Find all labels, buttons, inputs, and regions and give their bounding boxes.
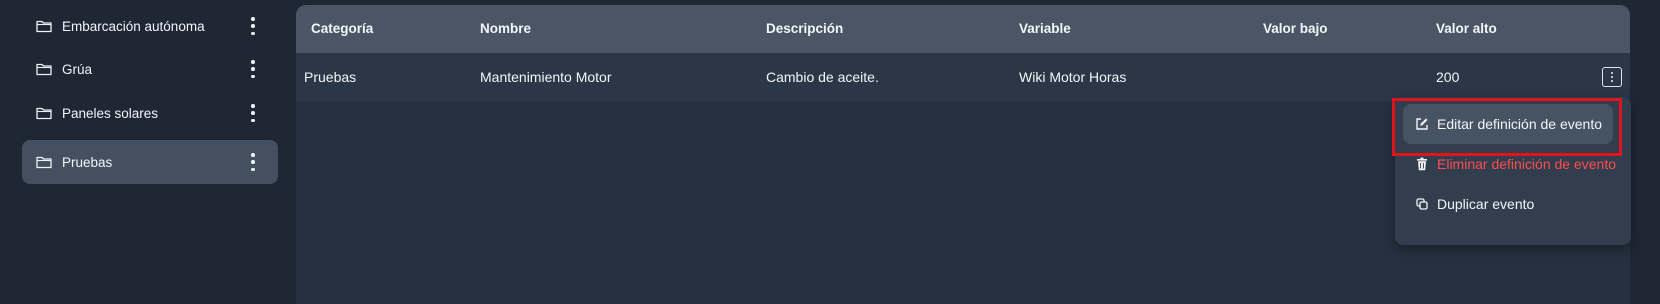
folder-options-button[interactable] xyxy=(248,153,258,171)
sidebar-item-pruebas[interactable]: Pruebas xyxy=(22,140,278,184)
folder-icon xyxy=(36,19,52,33)
copy-icon xyxy=(1415,197,1429,211)
column-header-descripcion[interactable]: Descripción xyxy=(766,5,843,53)
cell-nombre: Mantenimiento Motor xyxy=(480,69,612,85)
sidebar-item-label: Paneles solares xyxy=(62,105,159,121)
edit-icon xyxy=(1415,117,1429,131)
folder-options-button[interactable] xyxy=(248,104,258,122)
folder-options-button[interactable] xyxy=(248,17,258,35)
table-row[interactable]: Pruebas Mantenimiento Motor Cambio de ac… xyxy=(296,53,1630,101)
menu-item-edit-event[interactable]: Editar definición de evento xyxy=(1403,104,1613,144)
folder-icon xyxy=(36,155,52,169)
menu-item-label: Eliminar definición de evento xyxy=(1437,156,1616,172)
sidebar-item-embarcacion-autonoma[interactable]: Embarcación autónoma xyxy=(22,4,278,48)
cell-valor-alto: 200 xyxy=(1436,69,1460,85)
row-options-button[interactable] xyxy=(1602,67,1622,87)
column-header-nombre[interactable]: Nombre xyxy=(480,5,531,53)
cell-categoria: Pruebas xyxy=(304,69,357,85)
cell-descripcion: Cambio de aceite. xyxy=(766,69,879,85)
menu-item-label: Duplicar evento xyxy=(1437,196,1535,212)
trash-icon xyxy=(1415,157,1429,171)
folder-options-button[interactable] xyxy=(248,60,258,78)
sidebar-item-label: Embarcación autónoma xyxy=(62,18,205,34)
column-header-valor-bajo[interactable]: Valor bajo xyxy=(1263,5,1328,53)
sidebar-item-label: Grúa xyxy=(62,61,93,77)
sidebar-item-paneles-solares[interactable]: Paneles solares xyxy=(22,91,278,135)
sidebar-item-label: Pruebas xyxy=(62,154,113,170)
column-header-categoria[interactable]: Categoría xyxy=(311,5,373,53)
folder-icon xyxy=(36,62,52,76)
sidebar: Embarcación autónoma Grúa Paneles solare… xyxy=(0,0,295,304)
table-header: Categoría Nombre Descripción Variable Va… xyxy=(296,5,1630,53)
menu-item-label: Editar definición de evento xyxy=(1437,116,1602,132)
folder-icon xyxy=(36,106,52,120)
cell-variable: Wiki Motor Horas xyxy=(1019,69,1127,85)
sidebar-item-grua[interactable]: Grúa xyxy=(22,47,278,91)
menu-item-duplicate-event[interactable]: Duplicar evento xyxy=(1403,184,1613,224)
row-context-menu: Editar definición de evento Eliminar def… xyxy=(1395,97,1631,245)
column-header-valor-alto[interactable]: Valor alto xyxy=(1436,5,1497,53)
menu-item-delete-event[interactable]: Eliminar definición de evento xyxy=(1403,144,1616,184)
column-header-variable[interactable]: Variable xyxy=(1019,5,1071,53)
